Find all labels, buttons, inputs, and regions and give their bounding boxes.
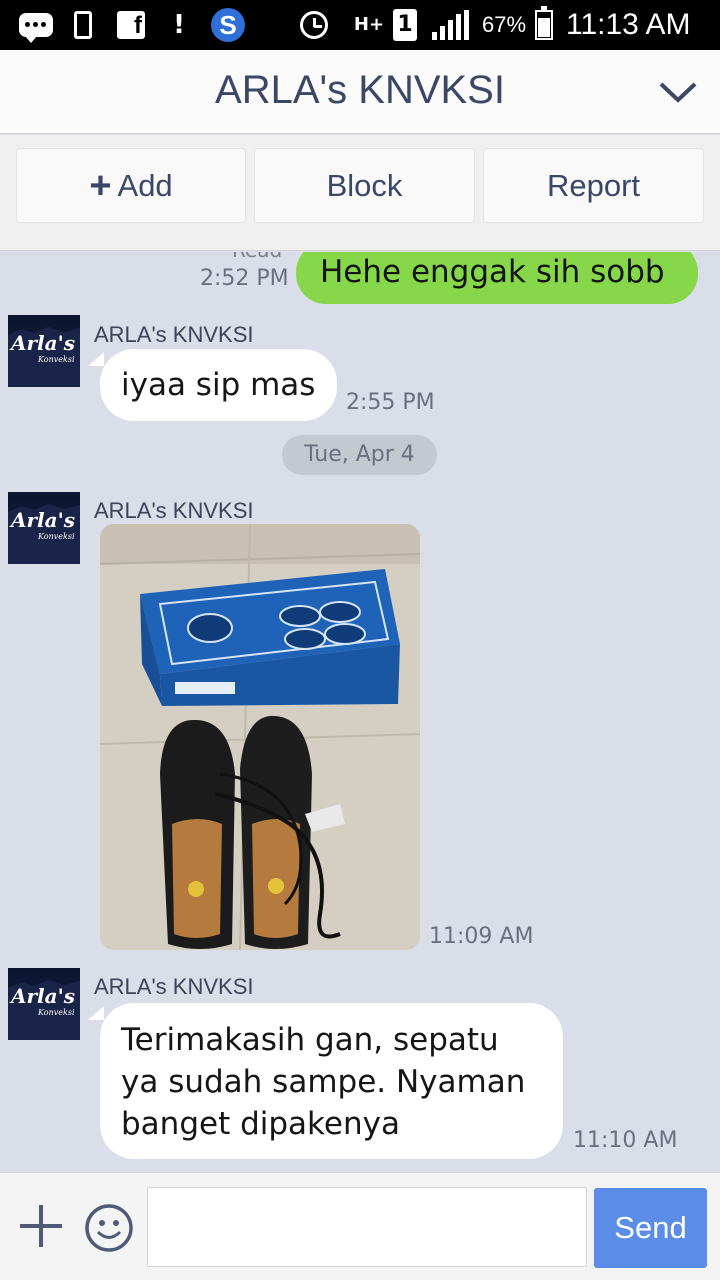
message-line: banget dipakenya	[121, 1106, 400, 1142]
report-button[interactable]: Report	[483, 148, 704, 223]
block-button[interactable]: Block	[254, 148, 475, 223]
clock-time: 11:13 AM	[566, 8, 691, 41]
phone-check-icon	[68, 8, 98, 42]
facebook-icon: f	[116, 8, 146, 42]
status-bar: f ! S H+ 1 67% 11:13 AM	[0, 0, 720, 50]
sim-indicator: 1	[392, 8, 418, 42]
message-text: iyaa sip mas	[121, 367, 316, 403]
svg-text:Arla's: Arla's	[9, 984, 75, 1008]
incoming-message-bubble[interactable]: Terimakasih gan, sepatu ya sudah sampe. …	[100, 1003, 563, 1159]
incoming-message-bubble[interactable]: iyaa sip mas	[100, 349, 337, 421]
message-time: 11:10 AM	[573, 1128, 678, 1153]
chat-header: ARLA's KNVKSI	[0, 50, 720, 134]
chat-bubble-icon	[18, 8, 54, 43]
battery-icon	[534, 6, 554, 42]
sender-name: ARLA's KNVKSI	[94, 498, 254, 523]
s-app-icon: S	[208, 8, 248, 42]
sender-name: ARLA's KNVKSI	[94, 974, 254, 999]
avatar[interactable]: Arla's Konveksi	[8, 968, 80, 1040]
svg-text:Konveksi: Konveksi	[37, 355, 75, 364]
alarm-icon	[296, 8, 332, 42]
emoji-icon[interactable]	[84, 1203, 134, 1253]
chat-title: ARLA's KNVKSI	[215, 68, 505, 112]
battery-percent: 67%	[481, 12, 527, 37]
chevron-down-icon[interactable]	[658, 76, 698, 108]
message-line: ya sudah sampe. Nyaman	[121, 1064, 526, 1100]
date-separator: Tue, Apr 4	[282, 435, 437, 475]
logo-text: Arla's	[9, 331, 75, 355]
signal-icon	[430, 8, 470, 42]
add-label: Add	[117, 167, 173, 203]
message-line: Terimakasih gan, sepatu	[121, 1022, 499, 1058]
message-time: 11:09 AM	[429, 924, 534, 949]
svg-text:Arla's: Arla's	[9, 508, 75, 532]
sender-name: ARLA's KNVKSI	[94, 322, 254, 347]
network-type: H+	[353, 14, 385, 35]
svg-text:Konveksi: Konveksi	[37, 1008, 75, 1017]
outgoing-message-bubble[interactable]: Hehe enggak sih sobb	[296, 252, 698, 304]
message-time: 2:52 PM	[200, 266, 289, 291]
shoe-photo[interactable]	[100, 524, 420, 950]
send-button[interactable]: Send	[594, 1188, 707, 1268]
block-label: Block	[326, 167, 403, 203]
action-bar: + Add Block Report	[0, 135, 720, 251]
report-label: Report	[546, 167, 641, 203]
message-time: 2:55 PM	[346, 390, 435, 415]
read-status: Read	[232, 252, 282, 262]
plus-icon: +	[89, 164, 112, 207]
alert-icon: !	[173, 10, 185, 40]
avatar[interactable]: Arla's Konveksi	[8, 492, 80, 564]
composer-bar: Send	[0, 1172, 720, 1280]
chat-messages[interactable]: Read 2:52 PM Hehe enggak sih sobb Arla's…	[0, 252, 720, 1172]
plus-icon[interactable]	[18, 1203, 64, 1249]
message-input[interactable]	[147, 1187, 587, 1267]
svg-text:Konveksi: Konveksi	[37, 532, 75, 541]
avatar[interactable]: Arla's Konveksi	[8, 315, 80, 387]
add-friend-button[interactable]: + Add	[16, 148, 246, 223]
